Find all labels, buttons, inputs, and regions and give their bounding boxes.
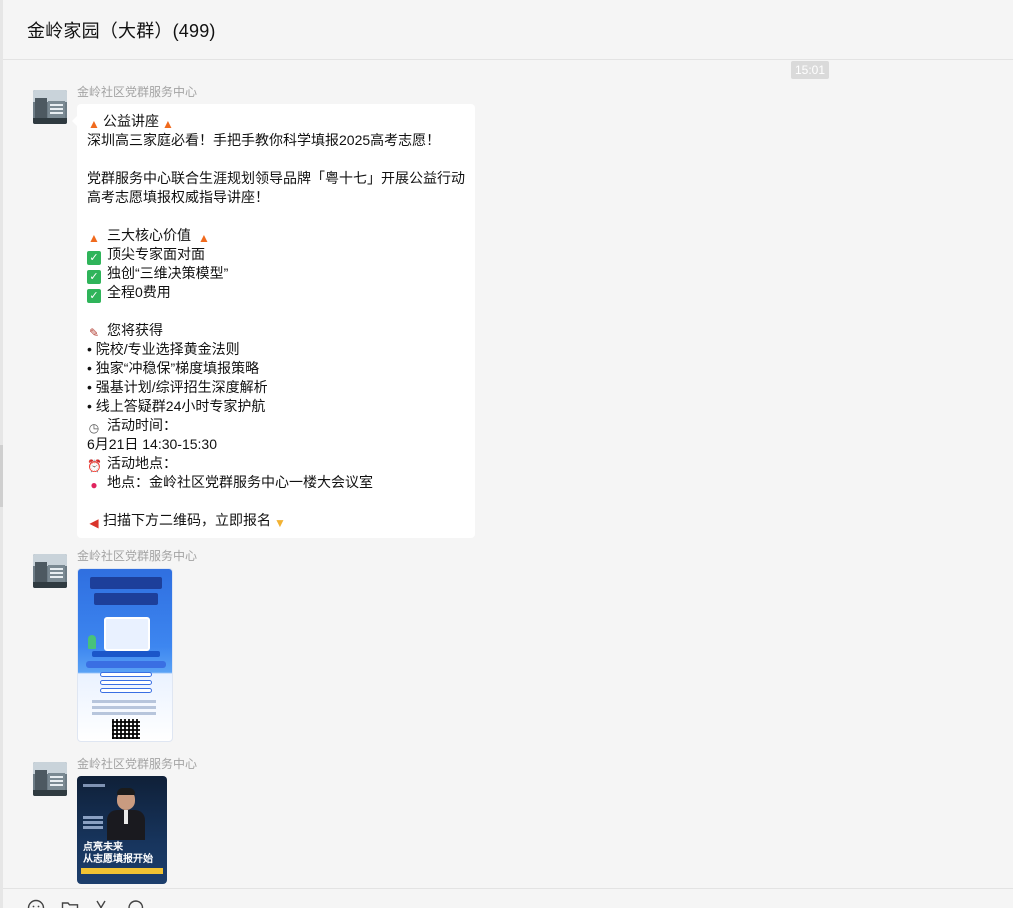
bubble-line: 6月21日 14:30-15:30 <box>87 436 217 452</box>
bubble-line: ✓ 全程0费用 <box>87 283 465 303</box>
bubble-line: 党群服务中心联合生涯规划领导品牌「粤十七」开展公益行动 <box>87 170 465 186</box>
time-badge: 15:01 <box>791 61 830 79</box>
sender-name: 金岭社区党群服务中心 <box>77 85 198 99</box>
clock-icon: ◷ <box>88 421 100 435</box>
check-mark-icon: ✓ <box>87 289 101 303</box>
bubble-blank-line <box>87 207 465 226</box>
bubble-line: ✓ 顶尖专家面对面 <box>87 245 465 265</box>
emoji-icon[interactable] <box>27 899 45 908</box>
pin-icon: ● <box>90 478 98 492</box>
check-mark-icon: ✓ <box>87 251 101 265</box>
bubble-line: ▲ 公益讲座 ▲ <box>88 113 174 131</box>
qr-code-icon <box>112 719 140 739</box>
avatar[interactable] <box>33 762 67 796</box>
fire-icon: ▲ <box>88 117 100 131</box>
check-mark-icon: ✓ <box>87 270 101 284</box>
bubble-line: ◷ 活动时间： <box>88 417 177 435</box>
message-list[interactable]: 15:01 金岭社区党群服务中心 ▲ 公益讲座 ▲ 深圳高三家庭必看！手把手教你科学… <box>3 60 1013 888</box>
scissors-icon[interactable] <box>92 899 110 908</box>
bubble-line: ✎ 您将获得 <box>88 322 163 340</box>
chat-history-icon[interactable] <box>127 899 145 908</box>
bubble-blank-line <box>87 302 465 321</box>
bubble-blank-line <box>87 492 465 511</box>
bubble-line: • 独家“冲稳保”梯度填报策略 <box>87 360 260 376</box>
sender-name: 金岭社区党群服务中心 <box>77 549 198 563</box>
image-message[interactable] <box>77 568 173 742</box>
avatar[interactable] <box>33 554 67 588</box>
folder-icon[interactable] <box>61 899 79 908</box>
bubble-line: ✓ 独创“三维决策模型” <box>87 264 465 284</box>
chat-title: 金岭家园（大群）(499) <box>27 21 216 41</box>
poster-caption: 从志愿填报开始 <box>83 854 153 865</box>
bubble-line: ▲ 三大核心价值 ▲ <box>88 227 210 245</box>
chat-header: 金岭家园（大群）(499) <box>3 0 1013 60</box>
bubble-line: 高考志愿填报权威指导讲座！ <box>87 189 269 205</box>
avatar[interactable] <box>33 90 67 124</box>
memo-icon: ✎ <box>88 326 100 340</box>
fire-icon: ▲ <box>162 117 174 131</box>
bubble-line: ⏰ 活动地点： <box>87 455 177 473</box>
fire-icon: ▲ <box>88 231 100 245</box>
megaphone-icon: ◀ <box>89 516 99 530</box>
sender-name: 金岭社区党群服务中心 <box>77 757 198 771</box>
poster-caption: 点亮未来 <box>83 842 123 853</box>
alarm-clock-icon: ⏰ <box>87 459 102 473</box>
bubble-line: • 院校/专业选择黄金法则 <box>87 341 240 357</box>
fire-icon: ▲ <box>198 231 210 245</box>
bubble-line: • 强基计划/综评招生深度解析 <box>87 379 268 395</box>
bubble-line: ◀ 扫描下方二维码，立即报名 ▼ <box>87 511 465 530</box>
input-toolbar <box>3 888 1013 908</box>
image-message[interactable]: 点亮未来 从志愿填报开始 <box>77 776 167 884</box>
pointing-down-icon: ▼ <box>274 516 286 530</box>
bubble-blank-line <box>87 150 465 169</box>
bubble-line: 深圳高三家庭必看！手把手教你科学填报2025高考志愿！ <box>87 132 441 148</box>
text-bubble[interactable]: ▲ 公益讲座 ▲ 深圳高三家庭必看！手把手教你科学填报2025高考志愿！ 党群服务中… <box>72 104 475 538</box>
bubble-line: ● 地点：金岭社区党群服务中心一楼大会议室 <box>87 473 465 492</box>
bubble-line: • 线上答疑群24小时专家护航 <box>87 398 266 414</box>
